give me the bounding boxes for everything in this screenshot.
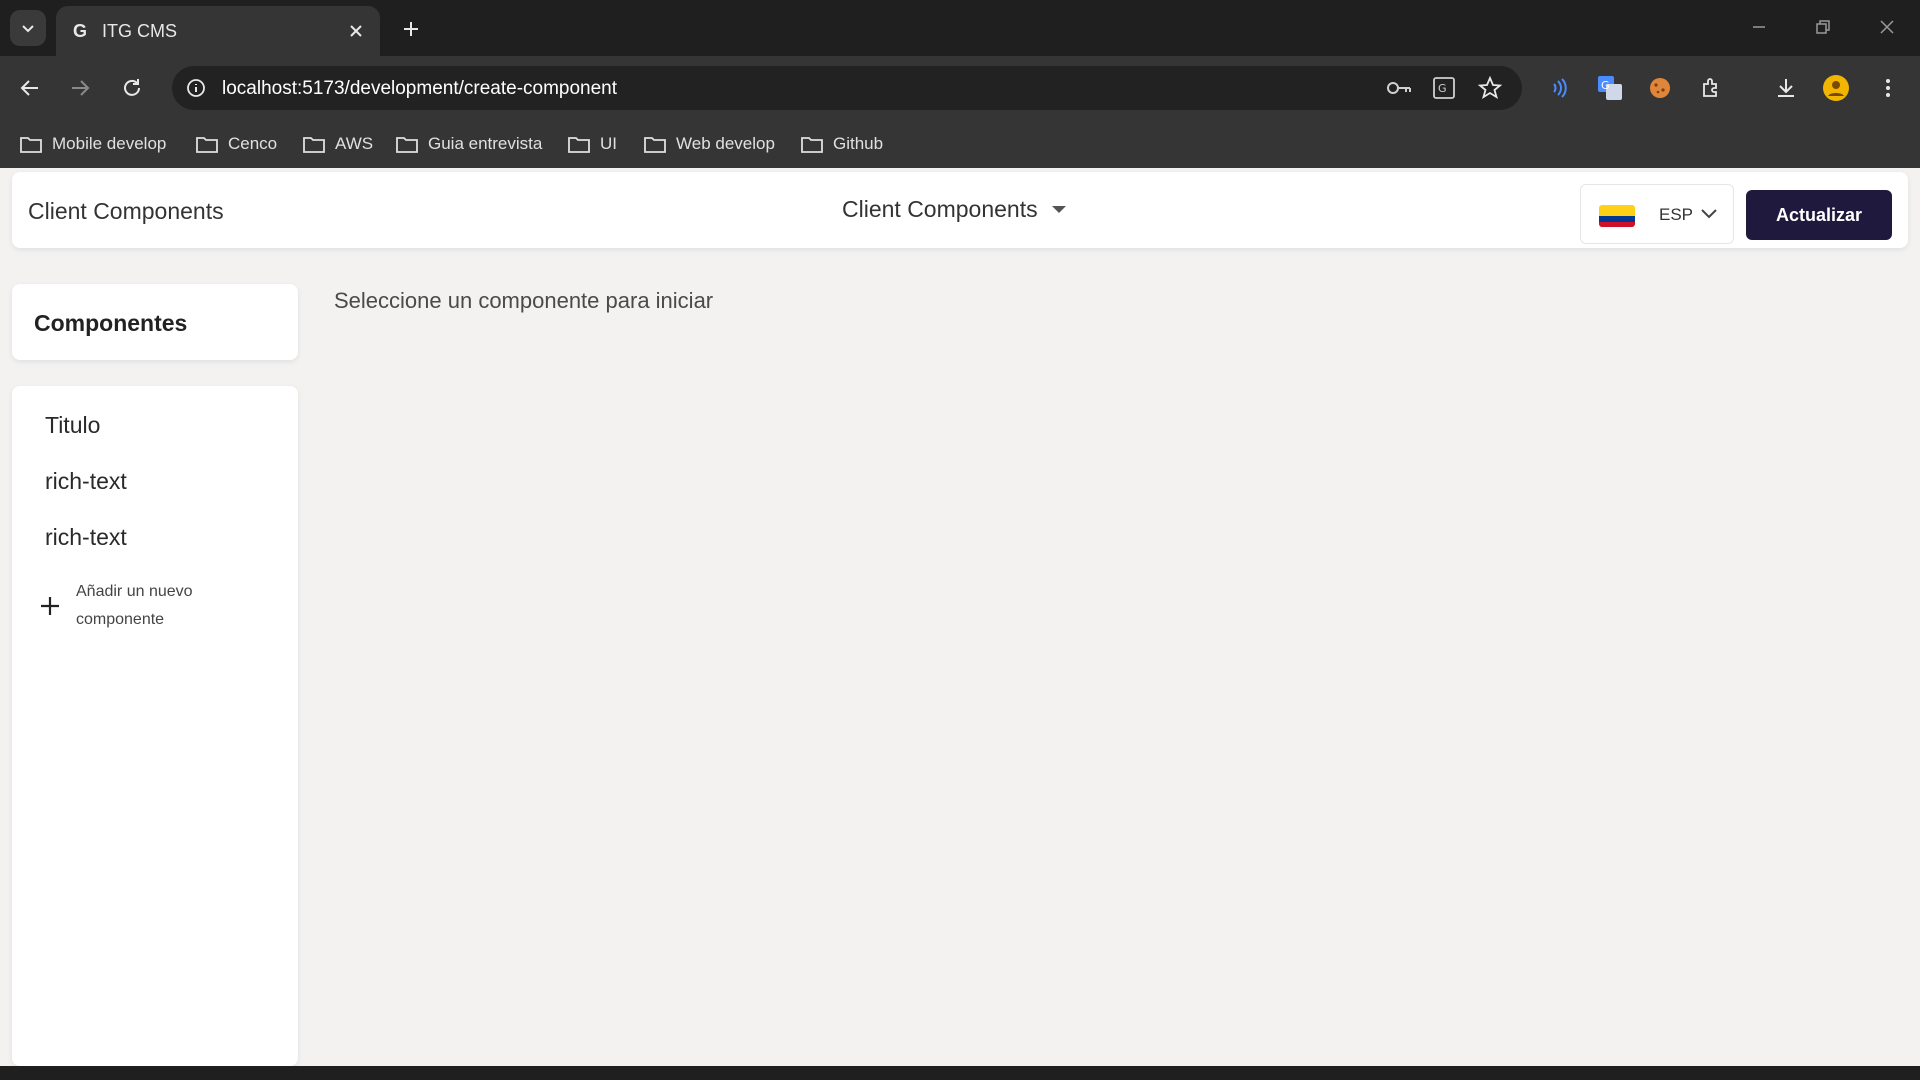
folder-icon [568, 137, 590, 153]
browser-toolbar: localhost:5173/development/create-compon… [0, 56, 1920, 120]
component-item[interactable]: rich-text [45, 468, 127, 495]
back-button[interactable] [12, 70, 48, 106]
downloads-button[interactable] [1768, 70, 1804, 106]
chevron-down-icon [22, 25, 34, 33]
plus-icon [41, 597, 59, 615]
project-dropdown-label: Client Components [842, 196, 1038, 222]
bookmark-folder[interactable]: Web develop [644, 132, 775, 156]
arrow-right-icon [72, 80, 90, 96]
translate-icon[interactable]: G [1432, 76, 1456, 100]
restore-button[interactable] [1808, 12, 1838, 42]
bookmark-label: Mobile develop [52, 134, 167, 153]
folder-icon [644, 137, 666, 153]
translate-icon: G [1598, 76, 1622, 100]
cookie-icon [1650, 78, 1670, 98]
puzzle-icon [1703, 78, 1717, 97]
extension-translate[interactable]: G [1592, 70, 1628, 106]
add-component-button[interactable]: Añadir un nuevo componente [38, 578, 278, 634]
folder-icon [20, 137, 42, 153]
favicon-icon: G [72, 21, 87, 41]
browser-tab-bar: G ITG CMS [0, 0, 1920, 56]
reload-button[interactable] [114, 70, 150, 106]
svg-text:G: G [1438, 82, 1447, 95]
tab-title: ITG CMS [102, 21, 177, 41]
bookmark-label: Guia entrevista [428, 134, 543, 153]
sidebar-header: Componentes [12, 284, 298, 360]
new-tab-button[interactable] [396, 14, 426, 44]
bookmark-label: UI [600, 134, 617, 153]
folder-icon [801, 137, 823, 153]
svg-text:G: G [1601, 79, 1610, 92]
project-dropdown[interactable]: Client Components [842, 196, 1066, 223]
avatar-icon [1823, 75, 1849, 101]
close-icon [1880, 20, 1894, 34]
folder-icon [396, 137, 418, 153]
bookmark-folder[interactable]: Github [801, 132, 883, 156]
extensions-button[interactable] [1694, 70, 1730, 106]
folder-icon [303, 137, 325, 153]
restore-icon [1816, 20, 1830, 34]
url-text: localhost:5173/development/create-compon… [222, 78, 618, 99]
bookmark-label: Web develop [676, 134, 775, 153]
address-bar[interactable]: localhost:5173/development/create-compon… [172, 66, 1522, 110]
colombia-flag-icon [1599, 205, 1635, 227]
component-list: Titulo rich-text rich-text Añadir un nue… [12, 386, 298, 1066]
download-icon [1778, 79, 1794, 97]
bookmark-label: AWS [335, 134, 374, 153]
sidebar-title: Componentes [34, 310, 188, 336]
profile-button[interactable] [1818, 70, 1854, 106]
language-label: ESP [1659, 205, 1694, 224]
chevron-down-icon [1701, 209, 1717, 219]
bookmark-folder[interactable]: Guia entrevista [396, 132, 542, 156]
folder-icon [196, 137, 218, 153]
arrow-left-icon [20, 80, 38, 96]
extension-readaloud[interactable] [1542, 70, 1578, 106]
tab-list-button[interactable] [10, 10, 46, 46]
language-select[interactable]: ESP [1580, 184, 1734, 244]
app-header: Client Components Client Components ESP … [12, 172, 1908, 248]
minimize-button[interactable] [1744, 12, 1774, 42]
more-vertical-icon [1886, 79, 1890, 97]
minimize-icon [1753, 26, 1765, 28]
component-item[interactable]: Titulo [45, 412, 100, 439]
add-component-label: Añadir un nuevo componente [76, 583, 193, 628]
empty-state-message: Seleccione un componente para iniciar [334, 288, 714, 313]
extension-cookie[interactable] [1642, 70, 1678, 106]
window-bottom-edge [0, 1066, 1920, 1080]
bookmark-label: Cenco [228, 134, 278, 153]
sound-waves-icon [1553, 78, 1567, 98]
bookmarks-bar: Mobile develop Cenco AWS Guia entrevista… [0, 120, 1920, 168]
forward-button[interactable] [62, 70, 98, 106]
caret-down-icon [1051, 206, 1066, 213]
star-icon[interactable] [1478, 76, 1502, 100]
bookmark-folder[interactable]: Mobile develop [20, 132, 166, 156]
reload-icon [124, 79, 140, 96]
close-tab-button[interactable] [344, 19, 368, 43]
bookmark-label: Github [833, 134, 884, 153]
close-icon [350, 25, 362, 37]
component-item[interactable]: rich-text [45, 524, 127, 551]
close-window-button[interactable] [1872, 12, 1902, 42]
bookmark-folder[interactable]: Cenco [196, 132, 277, 156]
site-info-icon [187, 79, 205, 97]
bookmark-folder[interactable]: UI [568, 132, 617, 156]
update-button[interactable]: Actualizar [1746, 190, 1892, 240]
plus-icon [404, 22, 418, 36]
bookmark-folder[interactable]: AWS [303, 132, 373, 156]
browser-tab[interactable]: G ITG CMS [56, 6, 380, 56]
page-title: Client Components [28, 198, 224, 224]
browser-menu-button[interactable] [1870, 70, 1906, 106]
key-icon[interactable] [1386, 78, 1412, 98]
